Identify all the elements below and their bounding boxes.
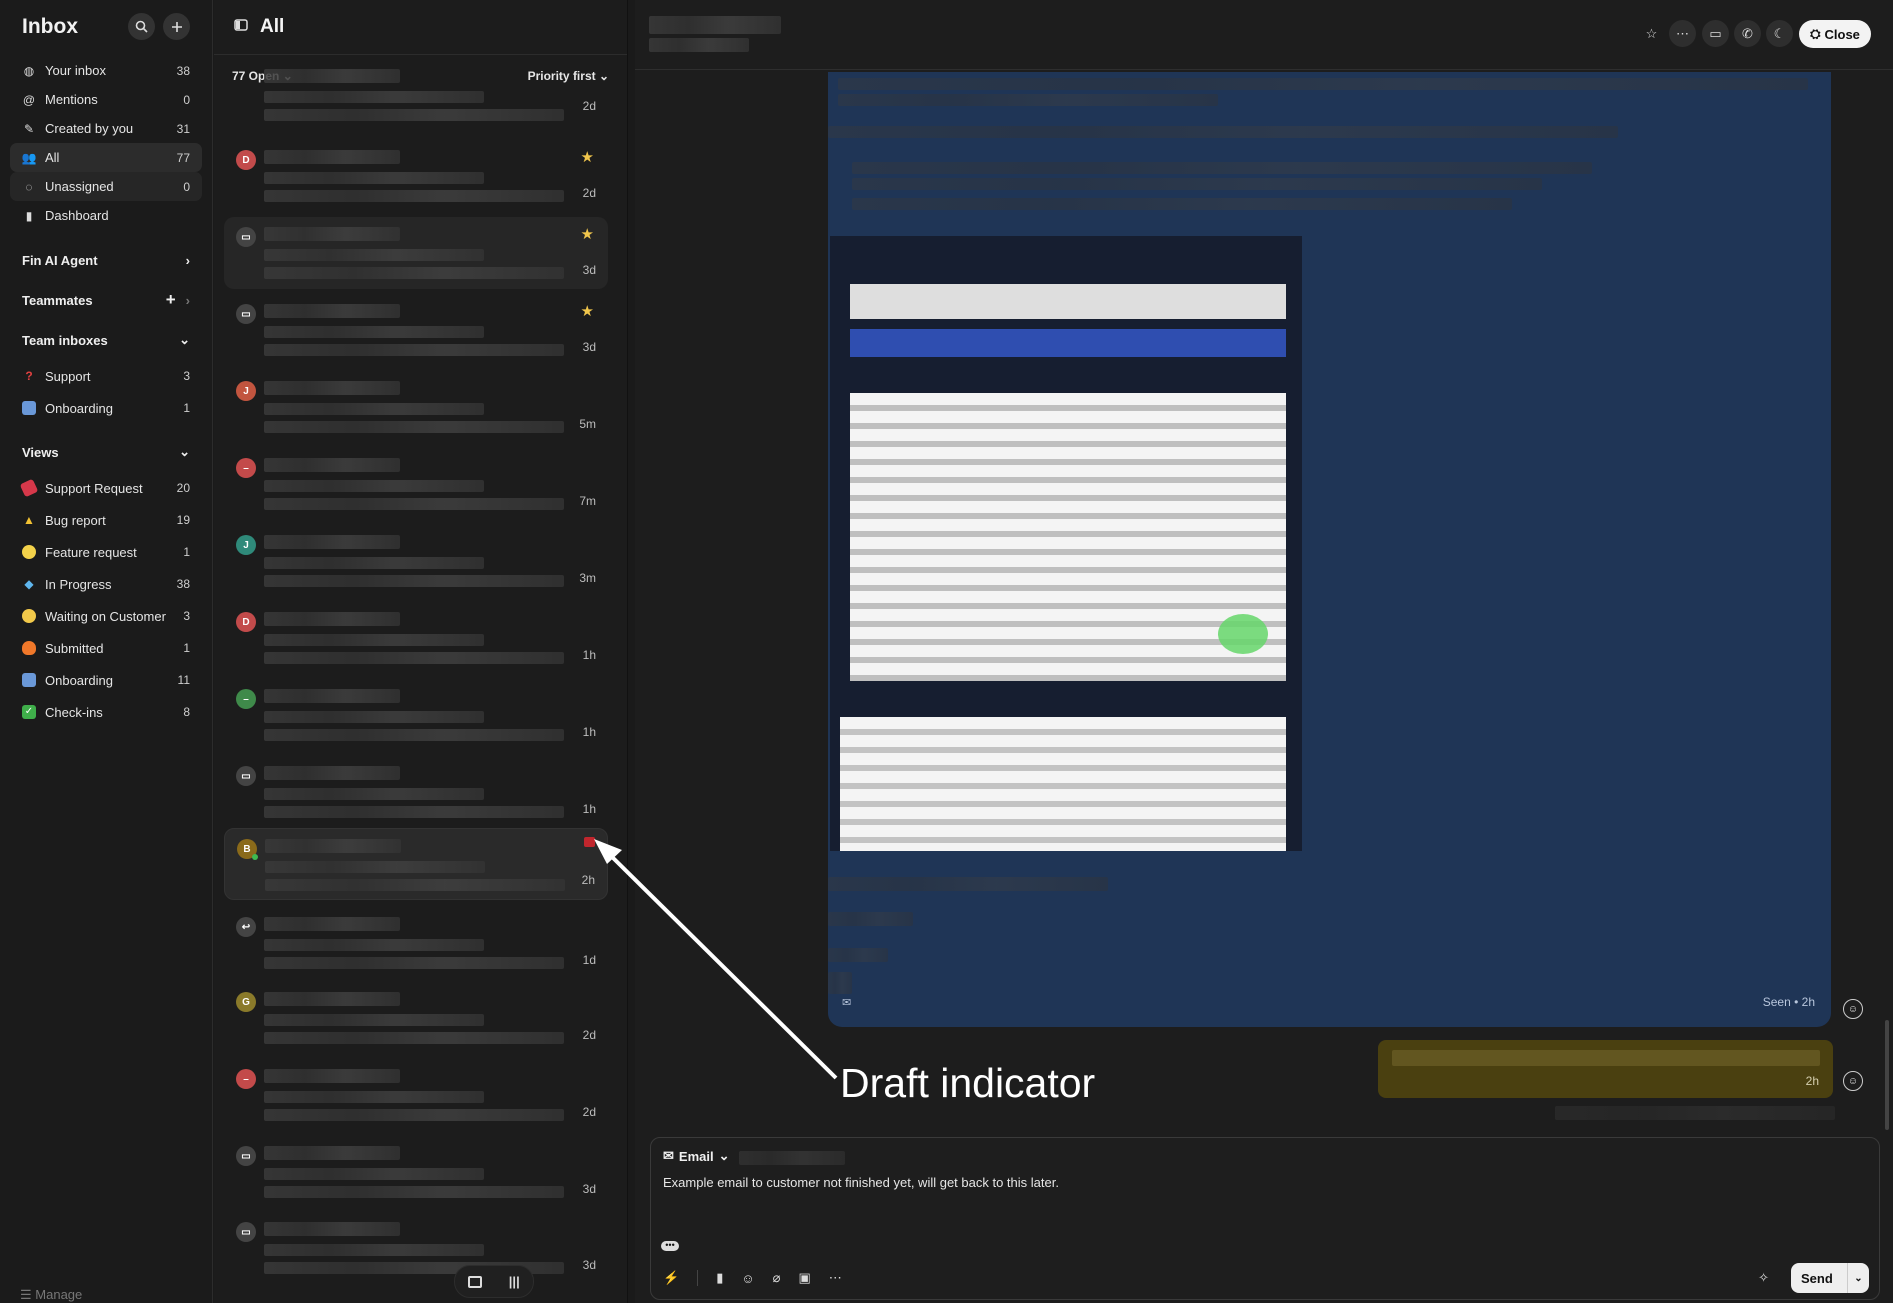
app: Inbox ◍ Your inbox 38 @ Mentions 0 ✎ Cre… bbox=[0, 0, 1893, 1303]
annotation-label: Draft indicator bbox=[840, 1060, 1096, 1106]
annotation-arrow bbox=[594, 839, 838, 1080]
